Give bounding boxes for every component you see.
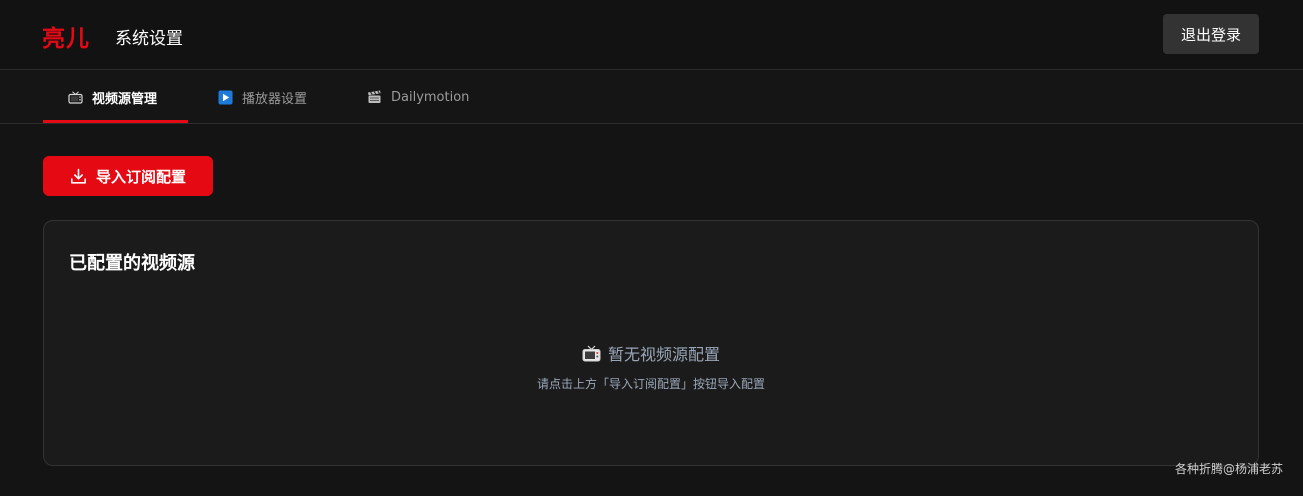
tab-video-sources[interactable]: 视频源管理: [68, 71, 157, 123]
active-tab-indicator: [43, 120, 188, 123]
top-header: 亮儿 系统设置 退出登录: [0, 0, 1303, 70]
empty-state-text: 暂无视频源配置: [607, 345, 720, 364]
tv-icon: [582, 345, 601, 362]
tab-label: 视频源管理: [92, 91, 158, 107]
tab-label: 播放器设置: [242, 91, 308, 107]
video-source-panel: 已配置的视频源 暂无视频源配置 请点击上方「导入订阅配置」按钮导入配置: [43, 220, 1259, 466]
empty-state-title: 暂无视频源配置: [44, 341, 1258, 365]
tab-dailymotion[interactable]: Dailymotion: [367, 71, 469, 123]
import-subscription-button[interactable]: 导入订阅配置: [43, 156, 213, 196]
import-button-label: 导入订阅配置: [95, 167, 186, 186]
empty-state-hint: 请点击上方「导入订阅配置」按钮导入配置: [536, 377, 765, 391]
app-logo[interactable]: 亮儿: [42, 19, 90, 53]
watermark: 各种折腾@杨浦老苏: [1174, 462, 1283, 476]
page-title: 系统设置: [115, 29, 183, 49]
logout-button[interactable]: 退出登录: [1163, 14, 1259, 54]
play-icon: [218, 90, 233, 105]
download-icon: [70, 168, 87, 185]
tab-player-settings[interactable]: 播放器设置: [218, 71, 307, 123]
panel-title: 已配置的视频源: [69, 253, 195, 274]
settings-tabs: 视频源管理 播放器设置 Dailymotion: [0, 71, 1303, 124]
clapperboard-icon: [367, 90, 382, 105]
tv-icon: [68, 90, 83, 105]
tab-label: Dailymotion: [391, 89, 470, 105]
